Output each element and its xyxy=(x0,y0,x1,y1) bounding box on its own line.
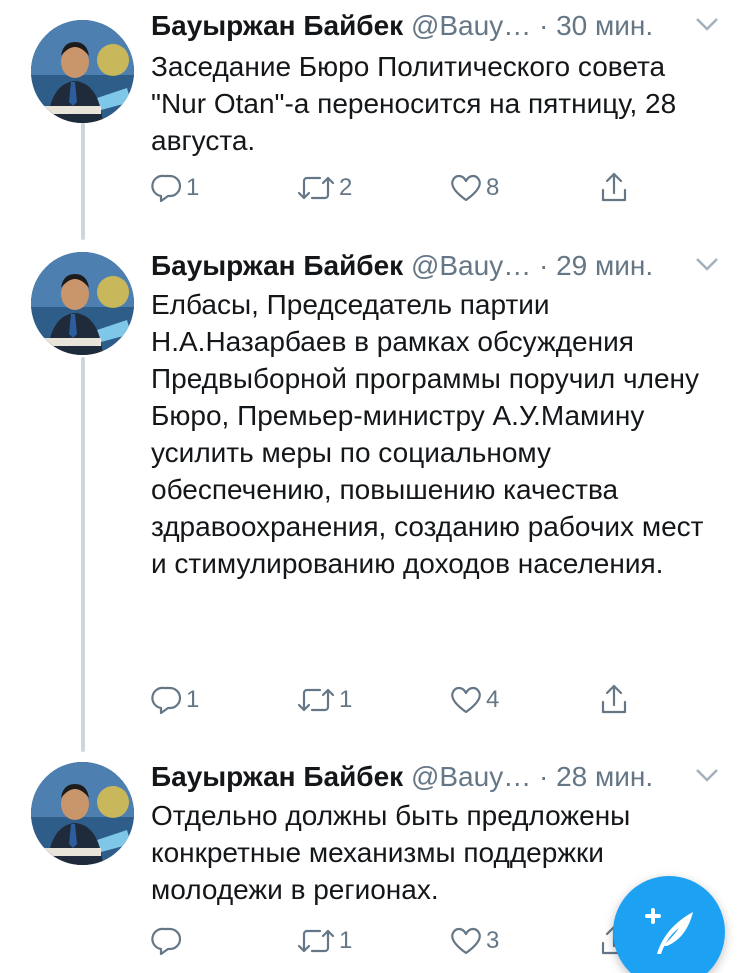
avatar[interactable] xyxy=(31,20,134,123)
tweet-actions: 1 2 8 xyxy=(151,168,671,208)
separator-dot: · xyxy=(538,10,549,41)
tweet-text: Елбасы, Председатель партии Н.А.Назарбае… xyxy=(151,289,704,579)
retweet-button[interactable]: 2 xyxy=(296,168,352,208)
reply-button[interactable] xyxy=(151,921,186,961)
reply-count: 1 xyxy=(186,174,200,201)
share-icon xyxy=(601,172,627,202)
author-handle[interactable]: @Bauy… xyxy=(411,761,531,792)
tweet-header: Бауыржан Байбек @Bauy… · 29 мин. xyxy=(151,244,721,288)
tweet-actions: 1 3 xyxy=(151,921,671,961)
reply-count: 1 xyxy=(186,686,200,713)
reply-icon xyxy=(151,174,182,203)
reply-icon xyxy=(151,686,182,715)
author-handle[interactable]: @Bauy… xyxy=(411,250,531,281)
heart-icon xyxy=(451,174,481,202)
like-button[interactable]: 3 xyxy=(449,921,499,961)
share-button[interactable] xyxy=(598,168,630,208)
separator-dot: · xyxy=(538,761,549,792)
compose-tweet-icon xyxy=(645,908,693,954)
separator-dot: · xyxy=(538,250,549,281)
avatar[interactable] xyxy=(31,762,134,865)
like-count: 8 xyxy=(486,174,500,201)
tweet-timestamp[interactable]: 28 мин. xyxy=(556,761,653,792)
avatar[interactable] xyxy=(31,252,134,355)
author-name[interactable]: Бауыржан Байбек xyxy=(151,250,403,281)
tweet-actions: 1 1 4 xyxy=(151,680,671,720)
avatar-photo xyxy=(31,20,134,123)
tweet-header: Бауыржан Байбек @Bauy… · 30 мин. xyxy=(151,4,721,48)
retweet-icon xyxy=(297,929,335,953)
retweet-button[interactable]: 1 xyxy=(296,921,352,961)
like-button[interactable]: 8 xyxy=(449,168,499,208)
tweet-text: Заседание Бюро Политического совета "Nur… xyxy=(151,51,677,156)
tweet-timestamp[interactable]: 29 мин. xyxy=(556,250,653,281)
avatar-photo xyxy=(31,252,134,355)
tweet-thread: Бауыржан Байбек @Bauy… · 30 мин. Заседан… xyxy=(0,0,749,973)
share-icon xyxy=(601,684,627,714)
tweet-timestamp[interactable]: 30 мин. xyxy=(556,10,653,41)
author-name[interactable]: Бауыржан Байбек xyxy=(151,761,403,792)
retweet-count: 2 xyxy=(339,174,353,201)
tweet-header: Бауыржан Байбек @Bauy… · 28 мин. xyxy=(151,755,721,799)
avatar-photo xyxy=(31,762,134,865)
retweet-icon xyxy=(297,176,335,200)
heart-icon xyxy=(451,927,481,955)
reply-button[interactable]: 1 xyxy=(151,168,199,208)
author-handle[interactable]: @Bauy… xyxy=(411,10,531,41)
reply-button[interactable]: 1 xyxy=(151,680,199,720)
share-button[interactable] xyxy=(598,680,630,720)
like-count: 3 xyxy=(486,927,500,954)
retweet-count: 1 xyxy=(339,686,353,713)
reply-icon xyxy=(151,927,182,956)
tweet[interactable]: Бауыржан Байбек @Bauy… · 29 мин. Елбасы,… xyxy=(0,244,749,744)
retweet-icon xyxy=(297,688,335,712)
chevron-down-icon[interactable] xyxy=(694,765,720,785)
like-button[interactable]: 4 xyxy=(449,680,499,720)
author-name[interactable]: Бауыржан Байбек xyxy=(151,10,403,41)
tweet[interactable]: Бауыржан Байбек @Bauy… · 30 мин. Заседан… xyxy=(0,4,749,234)
chevron-down-icon[interactable] xyxy=(694,254,720,274)
heart-icon xyxy=(451,686,481,714)
like-count: 4 xyxy=(486,686,500,713)
chevron-down-icon[interactable] xyxy=(694,14,720,34)
retweet-button[interactable]: 1 xyxy=(296,680,352,720)
retweet-count: 1 xyxy=(339,927,353,954)
